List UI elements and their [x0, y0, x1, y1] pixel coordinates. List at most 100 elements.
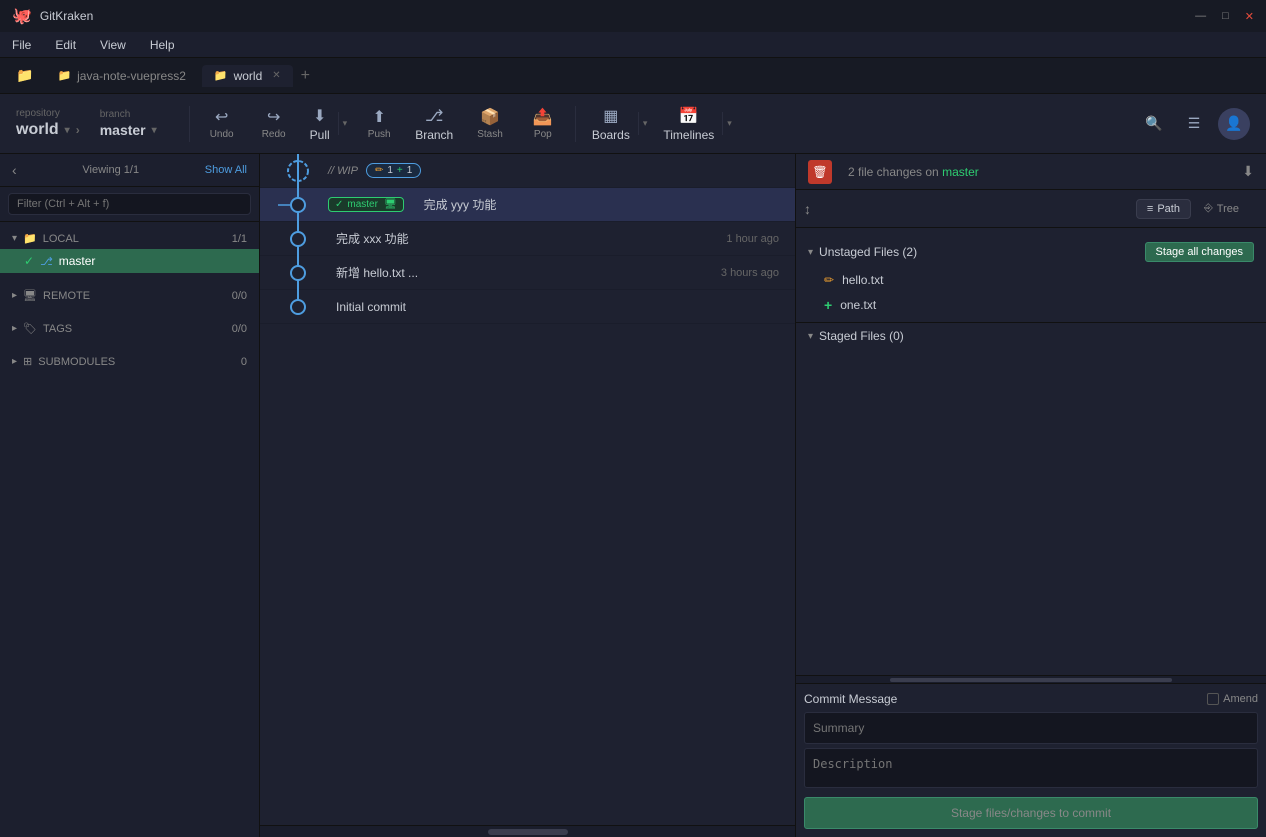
branch-label-btn: Branch — [415, 128, 453, 142]
tags-section-header[interactable]: ▸ 🏷 TAGS 0/0 — [0, 318, 259, 339]
files-scrollbar-thumb[interactable] — [890, 678, 1172, 682]
graph-scrollbar[interactable] — [260, 825, 795, 837]
remote-label: REMOTE — [43, 290, 90, 302]
commit-msg-label: Commit Message — [804, 692, 897, 706]
menu-view[interactable]: View — [96, 36, 130, 54]
stash-icon: 📦 — [480, 107, 500, 127]
branch-main[interactable]: ⎇ Branch — [407, 100, 461, 148]
repo-forward-arrow[interactable]: › — [76, 123, 80, 137]
back-arrow[interactable]: ‹ — [12, 162, 17, 178]
avatar[interactable]: 👤 — [1218, 108, 1250, 140]
wip-edit-count: 1 — [387, 165, 393, 176]
tab-world[interactable]: 📁 world ✕ — [202, 65, 293, 87]
amend-label: Amend — [1207, 693, 1258, 705]
menu-help[interactable]: Help — [146, 36, 179, 54]
search-icon: 🔍 — [1145, 115, 1162, 132]
master-commit-content: ✓ master 🖥 完成 yyy 功能 — [328, 196, 787, 213]
show-all-button[interactable]: Show All — [205, 164, 247, 176]
submodules-count: 0 — [241, 356, 247, 368]
tree-toggle-button[interactable]: ⎆ Tree — [1193, 198, 1250, 219]
app-logo: 🐙 — [12, 6, 32, 26]
boards-main[interactable]: ▦ Boards — [584, 100, 638, 148]
commit-row-2[interactable]: 完成 xxx 功能 1 hour ago — [260, 222, 795, 256]
commit-3-graph-svg — [268, 256, 328, 290]
local-count: 1/1 — [232, 233, 247, 245]
pull-main[interactable]: ⬇ Pull — [302, 100, 338, 148]
timelines-button[interactable]: 📅 Timelines ▾ — [655, 100, 735, 148]
commit-description-input[interactable] — [804, 748, 1258, 788]
local-section-header[interactable]: ▾ 📁 LOCAL 1/1 — [0, 228, 259, 249]
tab-folder[interactable]: 📁 — [8, 63, 41, 88]
toolbar-divider-1 — [189, 106, 190, 142]
commit-row-master[interactable]: ✓ master 🖥 完成 yyy 功能 — [260, 188, 795, 222]
unstaged-section-header[interactable]: ▾ Unstaged Files (2) Stage all changes — [796, 236, 1266, 268]
maximize-button[interactable]: □ — [1222, 10, 1229, 23]
boards-dropdown[interactable]: ▾ — [638, 112, 652, 135]
stage-all-button[interactable]: Stage all changes — [1145, 242, 1254, 262]
tab-close-button[interactable]: ✕ — [272, 70, 280, 81]
pull-dropdown[interactable]: ▾ — [338, 112, 352, 135]
download-all-icon[interactable]: ⬇ — [1242, 163, 1254, 180]
graph-content: // WIP ✏ 1 + 1 — [260, 154, 795, 825]
hamburger-icon: ☰ — [1188, 115, 1201, 132]
file-item-one-txt[interactable]: + one.txt — [796, 292, 1266, 318]
files-scrollbar[interactable] — [796, 675, 1266, 683]
pop-button[interactable]: 📤 Pop — [519, 101, 567, 146]
commit-msg-master: 完成 yyy 功能 — [416, 196, 787, 213]
sidebar-item-master[interactable]: ✓ ⎇ master — [0, 249, 259, 273]
remote-section-header[interactable]: ▸ 🖥 REMOTE 0/0 — [0, 285, 259, 306]
commit-summary-input[interactable] — [804, 712, 1258, 744]
modified-icon: ✏ — [824, 273, 834, 287]
branch-icon: ⎇ — [425, 106, 443, 126]
minimize-button[interactable]: — — [1195, 10, 1206, 23]
unstaged-label: Unstaged Files (2) — [819, 245, 917, 259]
tab-add-button[interactable]: + — [301, 67, 310, 85]
wip-commit-row[interactable]: // WIP ✏ 1 + 1 — [260, 154, 795, 188]
branch-button[interactable]: ⎇ Branch — [407, 100, 461, 148]
pull-button[interactable]: ⬇ Pull ▾ — [302, 100, 352, 148]
file-item-hello-txt[interactable]: ✏ hello.txt — [796, 268, 1266, 292]
submodules-section-header[interactable]: ▸ ⊞ SUBMODULES 0 — [0, 351, 259, 372]
file-name-hello: hello.txt — [842, 273, 883, 287]
tree-toggle-label: Tree — [1217, 203, 1239, 215]
file-changes-count: 2 file changes on — [848, 165, 939, 179]
repo-dropdown-arrow[interactable]: ▾ — [65, 125, 70, 136]
undo-icon: ↩ — [215, 107, 228, 127]
boards-button[interactable]: ▦ Boards ▾ — [584, 100, 652, 148]
unstaged-section: ▾ Unstaged Files (2) Stage all changes ✏… — [796, 236, 1266, 318]
sort-icon[interactable]: ↕ — [804, 201, 811, 217]
tab-java-note-vuepress2[interactable]: 📁 java-note-vuepress2 — [45, 65, 197, 87]
search-button[interactable]: 🔍 — [1138, 108, 1170, 140]
staged-section-header[interactable]: ▾ Staged Files (0) — [796, 323, 1266, 349]
undo-button[interactable]: ↩ Undo — [198, 101, 246, 146]
commit-row-4[interactable]: Initial commit — [260, 290, 795, 324]
main-layout: ‹ Viewing 1/1 Show All ▾ 📁 LOCAL 1/1 ✓ ⎇… — [0, 154, 1266, 837]
close-button[interactable]: ✕ — [1245, 10, 1254, 23]
redo-button[interactable]: ↪ Redo — [250, 101, 298, 146]
tags-count: 0/0 — [232, 323, 247, 335]
commit-button[interactable]: Stage files/changes to commit — [804, 797, 1258, 829]
pop-icon: 📤 — [533, 107, 553, 127]
commit-msg-4: Initial commit — [328, 300, 779, 314]
menu-button[interactable]: ☰ — [1178, 108, 1210, 140]
discard-all-button[interactable]: 🗑 — [808, 160, 832, 184]
timelines-dropdown[interactable]: ▾ — [722, 112, 736, 135]
stash-button[interactable]: 📦 Stash — [465, 101, 515, 146]
scrollbar-thumb[interactable] — [488, 829, 568, 835]
file-name-one: one.txt — [840, 298, 876, 312]
commit-row-3[interactable]: 新增 hello.txt ... 3 hours ago — [260, 256, 795, 290]
branch-dropdown-arrow[interactable]: ▾ — [152, 125, 157, 136]
pull-icon: ⬇ — [313, 106, 326, 126]
menu-file[interactable]: File — [8, 36, 35, 54]
tags-section-left: ▸ 🏷 TAGS — [12, 322, 72, 335]
submodules-section: ▸ ⊞ SUBMODULES 0 — [0, 345, 259, 378]
filter-input[interactable] — [8, 193, 251, 215]
wip-label: // WIP — [328, 165, 358, 177]
amend-checkbox[interactable] — [1207, 693, 1219, 705]
menu-edit[interactable]: Edit — [51, 36, 80, 54]
path-toggle-button[interactable]: ≡ Path — [1136, 199, 1191, 219]
timelines-main[interactable]: 📅 Timelines — [655, 100, 722, 148]
redo-icon: ↪ — [267, 107, 280, 127]
push-button[interactable]: ⬆ Push — [355, 101, 403, 146]
repo-section: repository world ▾ › — [16, 108, 80, 139]
